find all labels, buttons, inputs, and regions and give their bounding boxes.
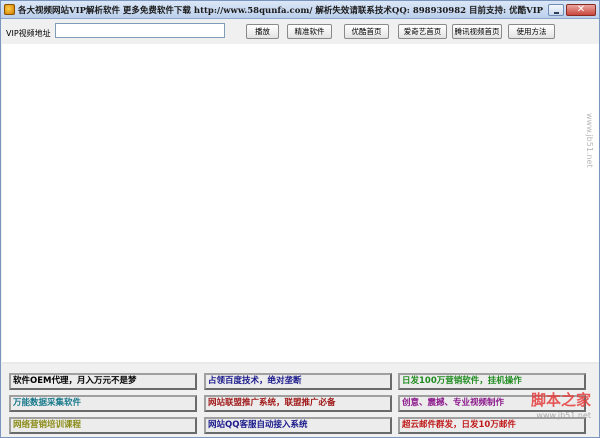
side-watermark: www.jb51.net <box>585 113 594 168</box>
ad-link[interactable]: 网络营销培训课程 <box>9 417 197 434</box>
window-controls: ✕ <box>546 3 596 16</box>
ad-panel: 软件OEM代理，月入万元不是梦 占领百度技术，绝对垄断 日发100万营销软件，挂… <box>1 368 599 438</box>
ad-link[interactable]: 日发100万营销软件，挂机操作 <box>398 373 586 390</box>
close-button[interactable]: ✕ <box>566 3 596 16</box>
vip-url-label: VIP视频地址 <box>6 29 51 38</box>
ad-link[interactable]: 超云邮件群发，日发10万邮件 <box>398 417 586 434</box>
ad-link[interactable]: 网站QQ客服自动接入系统 <box>204 417 392 434</box>
close-icon: ✕ <box>576 3 586 15</box>
ad-link[interactable]: 占领百度技术，绝对垄断 <box>204 373 392 390</box>
tencent-video-home-button[interactable]: 腾讯视频首页 <box>452 24 502 39</box>
usage-guide-button[interactable]: 使用方法 <box>508 24 555 39</box>
toolbar: VIP视频地址 播放 精准软件 优酷首页 爱奇艺首页 腾讯视频首页 使用方法 <box>1 18 599 44</box>
video-browser-area[interactable] <box>2 44 599 364</box>
minimize-icon <box>554 11 559 14</box>
ad-link[interactable]: 网站联盟推广系统，联盟推广必备 <box>204 395 392 412</box>
iqiyi-home-button[interactable]: 爱奇艺首页 <box>398 24 447 39</box>
ad-link[interactable]: 软件OEM代理，月入万元不是梦 <box>9 373 197 390</box>
minimize-button[interactable] <box>548 3 564 16</box>
vip-url-input[interactable] <box>55 23 225 38</box>
title-bar[interactable]: 各大视频网站VIP解析软件 更多免费软件下载 http://www.58qunf… <box>1 1 599 19</box>
ad-link[interactable]: 万能数据采集软件 <box>9 395 197 412</box>
play-button[interactable]: 播放 <box>246 24 279 39</box>
app-icon <box>4 4 15 15</box>
main-window: 各大视频网站VIP解析软件 更多免费软件下载 http://www.58qunf… <box>0 0 600 438</box>
ad-link[interactable]: 创意、震撼、专业视频制作 <box>398 395 586 412</box>
youku-home-button[interactable]: 优酷首页 <box>344 24 389 39</box>
precise-software-button[interactable]: 精准软件 <box>287 24 332 39</box>
window-title: 各大视频网站VIP解析软件 更多免费软件下载 http://www.58qunf… <box>18 5 546 16</box>
horizontal-scrollbar[interactable] <box>2 362 599 364</box>
